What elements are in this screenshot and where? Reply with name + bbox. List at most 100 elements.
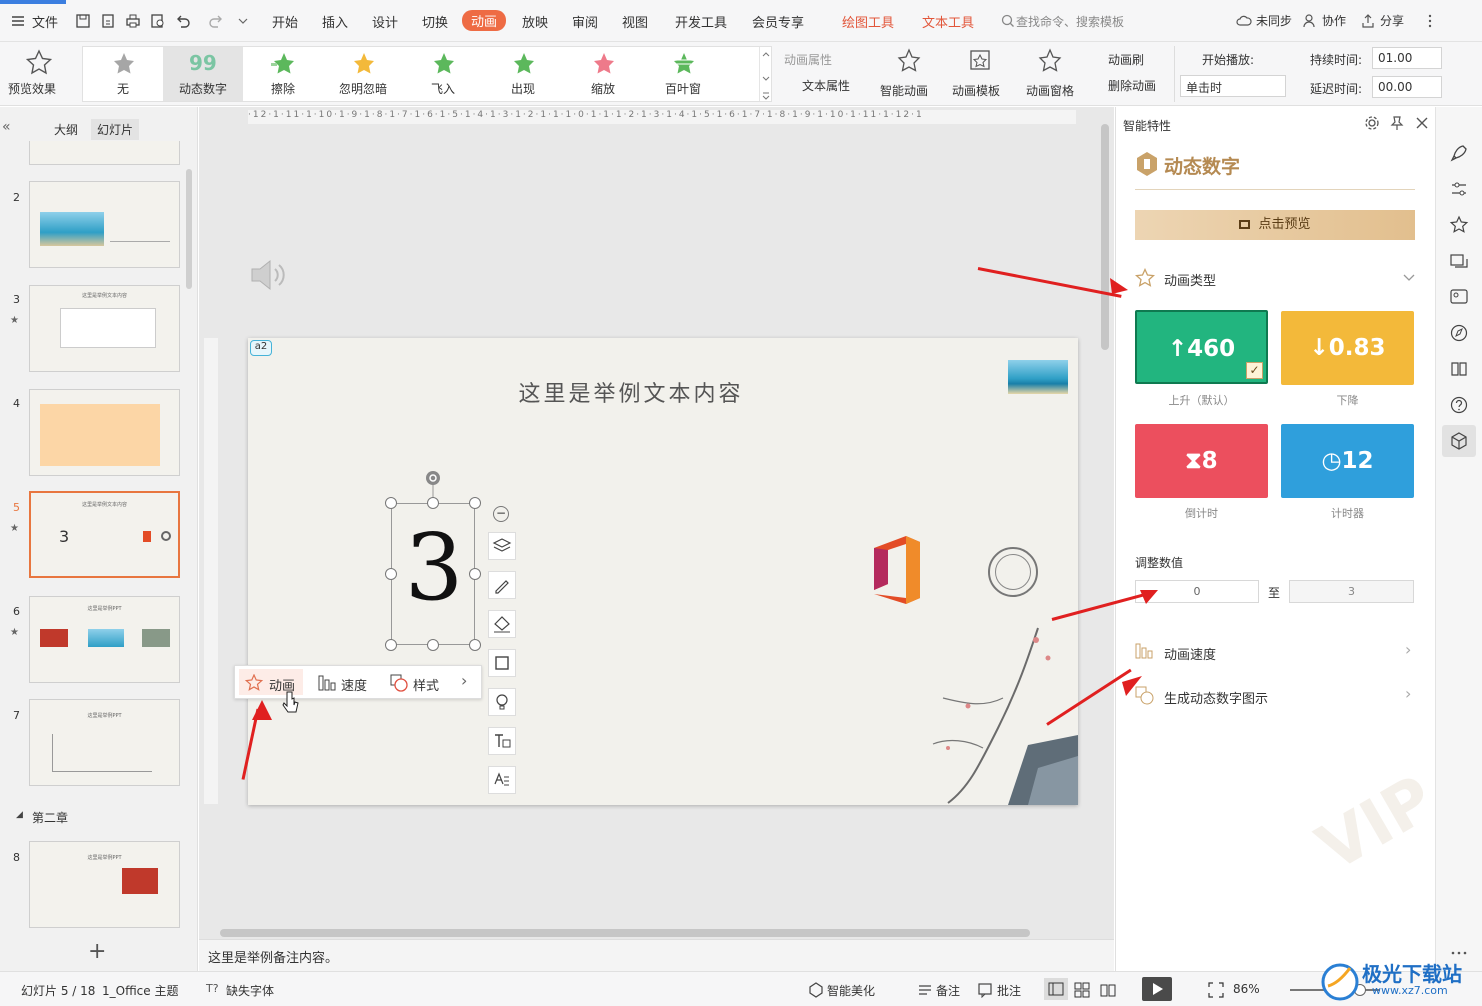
settings-gear-icon[interactable] — [1364, 115, 1380, 131]
start-play-select[interactable]: 单击时 — [1180, 75, 1286, 97]
chevron-right-icon[interactable]: › — [461, 671, 467, 690]
canvas-vertical-scrollbar[interactable] — [1100, 112, 1110, 918]
gallery-fly-in[interactable]: 飞入 — [403, 47, 483, 101]
office-logo-icon[interactable] — [866, 534, 926, 606]
transition-icon[interactable] — [1449, 251, 1469, 271]
delete-animation-button[interactable]: 删除动画 — [1088, 77, 1156, 94]
tab-slideshow[interactable]: 放映 — [522, 12, 548, 31]
layers-icon[interactable] — [488, 532, 516, 560]
missing-font-button[interactable]: 缺失字体 — [226, 982, 274, 999]
slide-beach-image[interactable] — [1008, 360, 1068, 394]
gallery-wipe[interactable]: 擦除 — [243, 47, 323, 101]
more-options-icon[interactable] — [1422, 13, 1438, 29]
help-icon[interactable] — [1449, 395, 1469, 415]
search-input[interactable]: 查找命令、搜索模板 — [1016, 13, 1124, 30]
rocket-icon[interactable] — [1449, 143, 1469, 163]
card-rise[interactable]: ↑460 ✓ — [1135, 310, 1268, 384]
smart-features-dropdown[interactable]: 智能特性 — [1123, 117, 1171, 134]
export-pdf-icon[interactable] — [100, 13, 116, 29]
resize-handle[interactable] — [385, 639, 397, 651]
resize-handle[interactable] — [385, 497, 397, 509]
save-icon[interactable] — [75, 13, 91, 29]
tab-slides[interactable]: 幻灯片 — [91, 119, 140, 140]
resize-handle[interactable] — [427, 497, 439, 509]
customize-toolbar-icon[interactable] — [235, 13, 251, 29]
slide-thumb-8[interactable]: 这里是举例PPT — [29, 841, 180, 928]
animation-properties-dropdown[interactable]: 动画属性 — [784, 51, 832, 68]
tab-animation[interactable]: 动画 — [462, 10, 507, 31]
slide-thumb-4[interactable] — [29, 389, 180, 476]
dynamic-number[interactable]: 3 — [392, 514, 476, 621]
collapse-panel-icon[interactable]: « — [2, 119, 11, 135]
fit-window-icon[interactable] — [1208, 982, 1224, 998]
border-icon[interactable] — [488, 649, 516, 677]
text-properties-dropdown[interactable]: 文本属性 — [784, 77, 850, 94]
tab-developer[interactable]: 开发工具 — [675, 12, 727, 31]
animation-tag[interactable]: a2 — [250, 340, 272, 356]
gallery-flicker[interactable]: 忽明忽暗 — [323, 47, 403, 101]
collaborate-button[interactable]: 协作 — [1322, 12, 1346, 29]
tab-home[interactable]: 开始 — [272, 12, 298, 31]
redo-icon[interactable] — [208, 13, 224, 29]
play-slideshow-button[interactable] — [1142, 977, 1172, 1001]
slide-thumb-5-selected[interactable]: 这里是举例文本内容 3 — [29, 491, 180, 578]
image-edit-icon[interactable] — [1449, 287, 1469, 307]
animation-template-button[interactable]: 动画模板 — [950, 46, 1012, 102]
resize-handle[interactable] — [427, 639, 439, 651]
generate-chart-row[interactable]: 生成动态数字图示 › — [1135, 684, 1415, 708]
sync-status[interactable]: 未同步 — [1256, 12, 1292, 29]
section-collapse-icon[interactable]: ◢ — [16, 810, 23, 820]
gallery-appear[interactable]: 出现 — [483, 47, 563, 101]
section-title[interactable]: 第二章 — [32, 809, 68, 826]
text-effect-icon[interactable] — [488, 766, 516, 794]
slide-title[interactable]: 这里是举例文本内容 — [248, 376, 1014, 408]
tab-insert[interactable]: 插入 — [322, 12, 348, 31]
tab-outline[interactable]: 大纲 — [54, 121, 78, 138]
canvas-horizontal-scrollbar[interactable] — [214, 928, 1094, 938]
collapse-icon[interactable]: − — [493, 506, 509, 522]
animation-star-icon[interactable] — [1449, 215, 1469, 235]
card-countdown[interactable]: ⧗8 — [1135, 424, 1268, 498]
compass-icon[interactable] — [1449, 323, 1469, 343]
file-menu[interactable]: 文件 — [32, 12, 58, 31]
print-icon[interactable] — [125, 13, 141, 29]
book-icon[interactable] — [1449, 359, 1469, 379]
slide-sorter-icon[interactable] — [1074, 982, 1090, 998]
gallery-scroll[interactable] — [759, 47, 771, 101]
preview-effect-button[interactable]: 预览效果 — [8, 46, 70, 102]
text-box-icon[interactable] — [488, 727, 516, 755]
notes-pane[interactable]: 这里是举例备注内容。 — [199, 939, 1114, 971]
slide[interactable]: a2 这里是举例文本内容 3 — [248, 338, 1078, 805]
delay-input[interactable]: 00.00 — [1372, 76, 1442, 98]
smart-features-tab[interactable] — [1442, 425, 1476, 457]
normal-view-button[interactable] — [1044, 978, 1068, 1000]
animation-speed-row[interactable]: 动画速度 › — [1135, 640, 1415, 664]
card-timer[interactable]: ◷12 — [1281, 424, 1414, 498]
tab-text-tools[interactable]: 文本工具 — [922, 12, 974, 31]
undo-icon[interactable] — [175, 13, 191, 29]
fill-icon[interactable] — [488, 610, 516, 638]
preview-button[interactable]: 点击预览 — [1135, 210, 1415, 240]
smart-animation-button[interactable]: 智能动画 — [878, 46, 940, 102]
tab-design[interactable]: 设计 — [372, 12, 398, 31]
slide-thumb-7[interactable]: 这里是举例PPT — [29, 699, 180, 786]
gallery-zoom[interactable]: 缩放 — [563, 47, 643, 101]
speaker-icon[interactable] — [248, 255, 288, 295]
bulb-icon[interactable] — [488, 688, 516, 716]
slide-thumb-1-partial[interactable] — [29, 141, 180, 165]
tab-drawing-tools[interactable]: 绘图工具 — [842, 12, 894, 31]
add-slide-button[interactable]: + — [88, 939, 106, 964]
slide-thumb-2[interactable] — [29, 181, 180, 268]
resize-handle[interactable] — [469, 568, 481, 580]
gallery-none[interactable]: 无 — [83, 47, 163, 101]
resize-handle[interactable] — [469, 497, 481, 509]
resize-handle[interactable] — [385, 568, 397, 580]
card-fall[interactable]: ↓0.83 — [1281, 311, 1414, 385]
duration-input[interactable]: 01.00 — [1372, 47, 1442, 69]
tab-transition[interactable]: 切换 — [422, 12, 448, 31]
gallery-dynamic-number[interactable]: 99 动态数字 — [163, 47, 243, 101]
smart-beautify-button[interactable]: 智能美化 — [827, 982, 875, 999]
resize-handle[interactable] — [469, 639, 481, 651]
style-quick-button[interactable]: 样式 — [387, 669, 451, 695]
zoom-level[interactable]: 86% — [1233, 982, 1260, 996]
